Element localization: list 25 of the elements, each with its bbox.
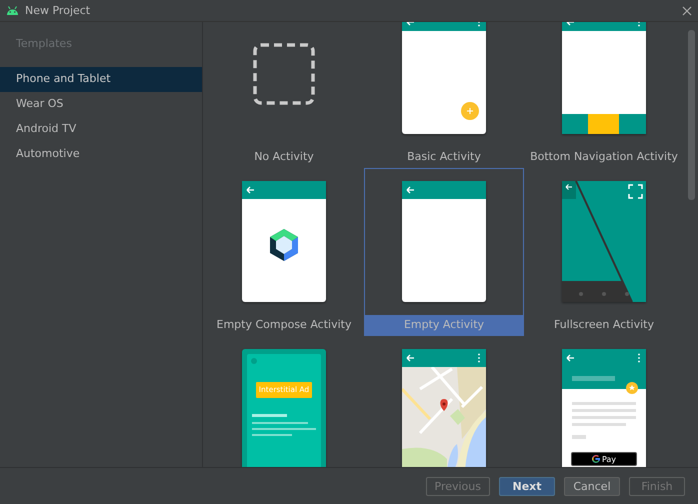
template-card[interactable]: Basic Activity — [364, 22, 524, 168]
template-name: Empty Compose Activity — [216, 317, 352, 333]
scrollbar[interactable] — [688, 30, 695, 200]
android-logo-icon — [6, 6, 19, 15]
template-card[interactable]: Bottom Navigation Activity — [524, 22, 684, 168]
dialog-button[interactable]: Cancel — [564, 476, 620, 496]
close-icon[interactable] — [682, 6, 692, 16]
template-card[interactable]: Pay — [524, 336, 684, 467]
template-name: No Activity — [253, 149, 315, 165]
template-name: Bottom Navigation Activity — [529, 149, 679, 165]
template-card[interactable]: Fullscreen Activity — [524, 168, 684, 336]
category-item[interactable]: Wear OS — [0, 92, 202, 117]
category-item[interactable]: Phone and Tablet — [0, 67, 202, 92]
dialog-button[interactable]: Next — [499, 476, 555, 496]
template-name: Basic Activity — [406, 149, 482, 165]
category-item[interactable]: Automotive — [0, 142, 202, 167]
window-title: New Project — [25, 4, 90, 17]
template-name: Empty Activity — [365, 315, 523, 335]
dashed-square-icon — [252, 42, 316, 106]
pay-button[interactable]: Pay — [571, 452, 637, 466]
template-card[interactable]: Empty Compose Activity — [204, 168, 364, 336]
template-card[interactable]: No Activity — [204, 22, 364, 168]
g-logo-icon — [592, 455, 600, 463]
category-item[interactable]: Android TV — [0, 117, 202, 142]
template-name: Fullscreen Activity — [552, 317, 655, 333]
